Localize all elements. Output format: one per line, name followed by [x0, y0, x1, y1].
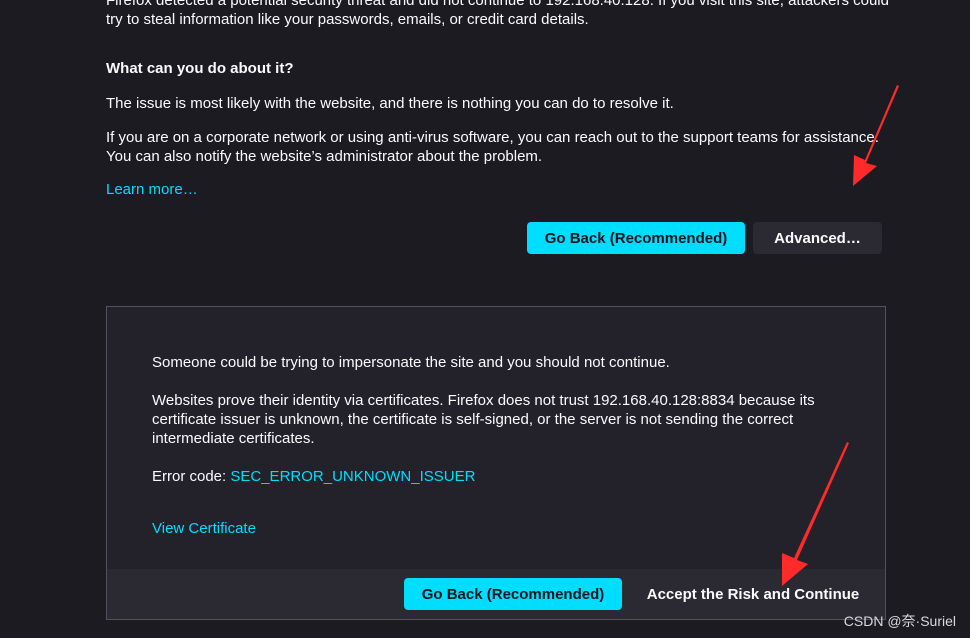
- view-certificate-link[interactable]: View Certificate: [152, 520, 256, 537]
- cert-line-1: Websites prove their identity via certif…: [152, 392, 815, 409]
- cert-line-3: intermediate certificates.: [152, 430, 315, 447]
- error-code-link[interactable]: SEC_ERROR_UNKNOWN_ISSUER: [230, 468, 475, 485]
- impersonate-text: Someone could be trying to impersonate t…: [152, 354, 670, 371]
- what-can-you-do-heading: What can you do about it?: [106, 60, 294, 77]
- advanced-panel-footer: Go Back (Recommended) Accept the Risk an…: [107, 569, 885, 619]
- advanced-button[interactable]: Advanced…: [753, 222, 882, 254]
- certificate-explanation: Websites prove their identity via certif…: [152, 391, 815, 448]
- error-code-row: Error code: SEC_ERROR_UNKNOWN_ISSUER: [152, 467, 475, 486]
- corporate-line-2: You can also notify the website’s admini…: [106, 148, 543, 165]
- corporate-line-1: If you are on a corporate network or usi…: [106, 129, 879, 146]
- intro-text: Firefox detected a potential security th…: [106, 0, 889, 29]
- learn-more-link[interactable]: Learn more…: [106, 181, 198, 198]
- go-back-button-secondary[interactable]: Go Back (Recommended): [404, 578, 622, 610]
- security-warning-page: Firefox detected a potential security th…: [0, 0, 970, 638]
- accept-risk-button[interactable]: Accept the Risk and Continue: [637, 578, 869, 610]
- corporate-text: If you are on a corporate network or usi…: [106, 128, 879, 166]
- cert-line-2: certificate issuer is unknown, the certi…: [152, 411, 794, 428]
- error-code-label: Error code:: [152, 468, 231, 485]
- advanced-panel: Someone could be trying to impersonate t…: [106, 306, 886, 620]
- issue-text: The issue is most likely with the websit…: [106, 95, 674, 112]
- csdn-watermark: CSDN @奈·Suriel: [843, 613, 956, 629]
- intro-line-1: Firefox detected a potential security th…: [106, 0, 889, 9]
- go-back-button[interactable]: Go Back (Recommended): [527, 222, 745, 254]
- intro-line-2: try to steal information like your passw…: [106, 11, 589, 28]
